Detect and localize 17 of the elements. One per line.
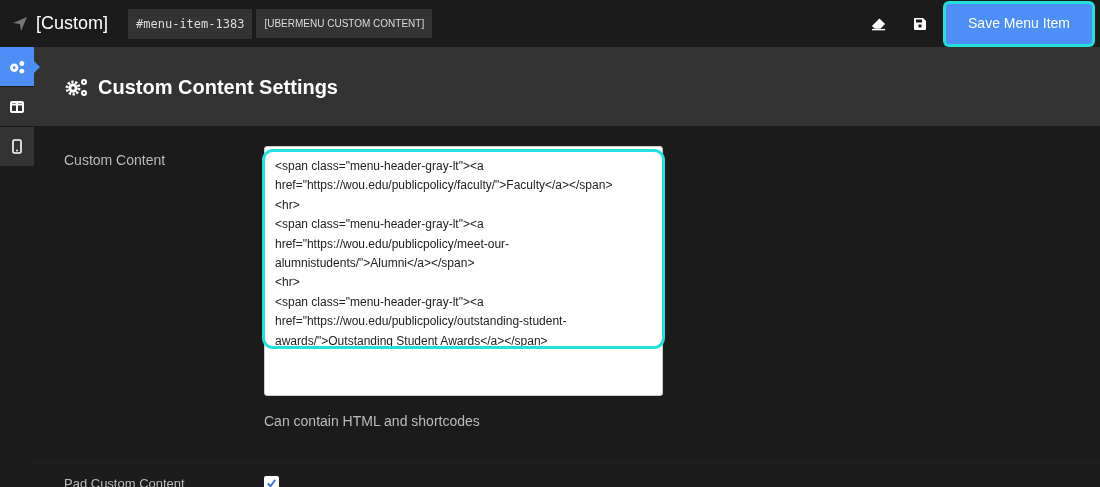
save-icon[interactable] bbox=[914, 17, 926, 30]
item-title: [Custom] bbox=[36, 12, 109, 35]
item-id-tag: #menu-item-1383 bbox=[128, 8, 253, 39]
item-type-tag: [UBERMENU CUSTOM CONTENT] bbox=[256, 9, 433, 38]
sidebar-tab[interactable] bbox=[0, 87, 34, 127]
navigation-arrow-icon bbox=[12, 15, 28, 32]
help-text: Can contain HTML and shortcodes bbox=[264, 412, 481, 431]
gears-icon bbox=[8, 59, 26, 74]
field-label: Custom Content bbox=[64, 152, 166, 168]
mobile-phone-icon bbox=[12, 139, 22, 154]
sidebar-tab[interactable] bbox=[0, 127, 34, 167]
columns-icon bbox=[10, 100, 24, 113]
sidebar-tab[interactable] bbox=[0, 47, 34, 87]
gears-icon bbox=[64, 76, 90, 97]
eraser-icon[interactable] bbox=[871, 16, 886, 31]
checkbox[interactable] bbox=[264, 475, 279, 487]
panel-title: Custom Content Settings bbox=[98, 74, 338, 100]
